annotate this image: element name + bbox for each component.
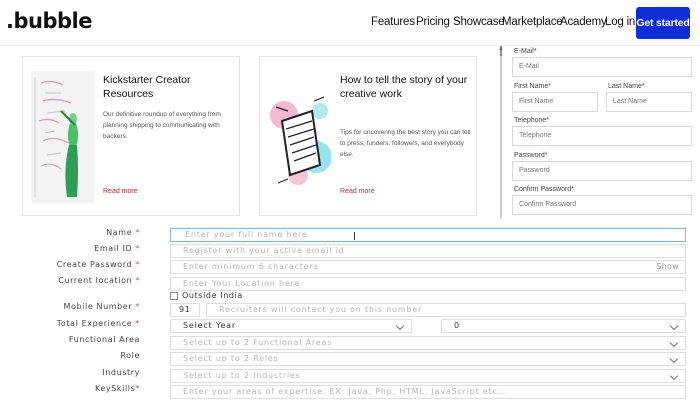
keyskills-input[interactable]: Enter your areas of expertise. EX: Java,… — [170, 385, 686, 399]
resource-card[interactable]: How to tell the story of your creative w… — [259, 56, 477, 216]
card-title[interactable]: How to tell the story of your creative w… — [340, 73, 470, 101]
card-image-story-illustration — [268, 71, 331, 203]
get-started-button[interactable]: Get started — [636, 7, 690, 39]
create-password-input[interactable]: Enter minimum 6 characters Show — [170, 260, 686, 274]
experience-month-select[interactable]: 0 — [441, 319, 686, 333]
functional-area-select[interactable]: Select up to 2 Functional Areas — [170, 336, 686, 350]
email-id-label: Email ID * — [94, 244, 140, 253]
confirm-password-input[interactable]: Confirm Password — [512, 195, 692, 215]
show-password-toggle[interactable]: Show — [656, 261, 679, 273]
functional-area-label: Functional Area — [68, 335, 140, 344]
email-id-input[interactable]: Register with your active email id — [170, 244, 686, 258]
read-more-link[interactable]: Read more — [103, 188, 138, 195]
panel-scrollbar-track[interactable] — [500, 46, 502, 218]
mobile-number-label: Mobile Number * — [63, 302, 140, 311]
outside-india-label[interactable]: Outside India — [182, 291, 243, 300]
current-location-input[interactable]: Enter Your Location here — [170, 277, 686, 291]
nav-features[interactable]: Features — [371, 16, 415, 28]
card-description: Tips for uncovering the best story you c… — [340, 129, 471, 158]
nav-academy[interactable]: Academy — [560, 16, 607, 28]
last-name-input[interactable]: Last Name — [606, 92, 692, 112]
last-name-label: Last Name* — [608, 83, 645, 90]
top-nav: .bubble Features Pricing Showcase Market… — [0, 0, 700, 46]
experience-year-select[interactable]: Select Year — [170, 319, 412, 333]
role-select[interactable]: Select up to 2 Roles — [170, 352, 686, 366]
email-label: E-Mail* — [514, 48, 537, 55]
first-name-input[interactable]: First Name — [512, 92, 598, 112]
industry-select[interactable]: Select up to 2 Industries — [170, 369, 686, 383]
chevron-down-icon — [669, 321, 679, 331]
nav-login[interactable]: Log in — [605, 16, 635, 28]
name-label: Name * — [106, 228, 140, 237]
keyskills-label: KeySkills* — [94, 384, 140, 393]
card-description: Our definitive roundup of everything fro… — [103, 111, 221, 140]
read-more-link[interactable]: Read more — [340, 188, 375, 195]
industry-label: Industry — [102, 368, 140, 377]
current-location-label: Current location * — [58, 276, 140, 285]
card-image-whiteboard — [31, 71, 94, 203]
bubble-logo[interactable]: .bubble — [6, 9, 92, 33]
card-title[interactable]: Kickstarter Creator Resources — [103, 73, 233, 101]
country-code-input[interactable]: 91 — [170, 303, 200, 317]
chevron-down-icon — [669, 354, 679, 364]
mobile-number-input[interactable]: Recruiters will contact you on this numb… — [206, 303, 686, 317]
password-label: Password* — [514, 152, 548, 159]
name-input[interactable]: Enter your full name here — [170, 228, 686, 242]
nav-pricing[interactable]: Pricing — [416, 16, 450, 28]
telephone-label: Telephone* — [514, 117, 550, 124]
nav-showcase[interactable]: Showcase — [453, 16, 505, 28]
outside-india-checkbox[interactable] — [170, 292, 178, 300]
create-password-label: Create Password * — [56, 260, 140, 269]
signup-password-input[interactable]: Password — [512, 161, 692, 181]
chevron-down-icon — [669, 371, 679, 381]
resource-card[interactable]: Kickstarter Creator Resources Our defini… — [22, 56, 240, 216]
chevron-down-icon — [669, 338, 679, 348]
confirm-password-label: Confirm Password* — [514, 186, 574, 193]
chevron-down-icon — [395, 321, 405, 331]
signup-email-input[interactable]: E-Mail — [512, 57, 692, 77]
text-caret — [354, 232, 355, 240]
total-experience-label: Total Experience * — [56, 319, 140, 328]
scroll-up-arrow-icon[interactable]: ▲ — [498, 46, 504, 52]
first-name-label: First Name* — [514, 83, 551, 90]
nav-marketplace[interactable]: Marketplace — [502, 16, 563, 28]
role-label: Role — [120, 351, 140, 360]
telephone-input[interactable]: Telephone — [512, 126, 692, 146]
